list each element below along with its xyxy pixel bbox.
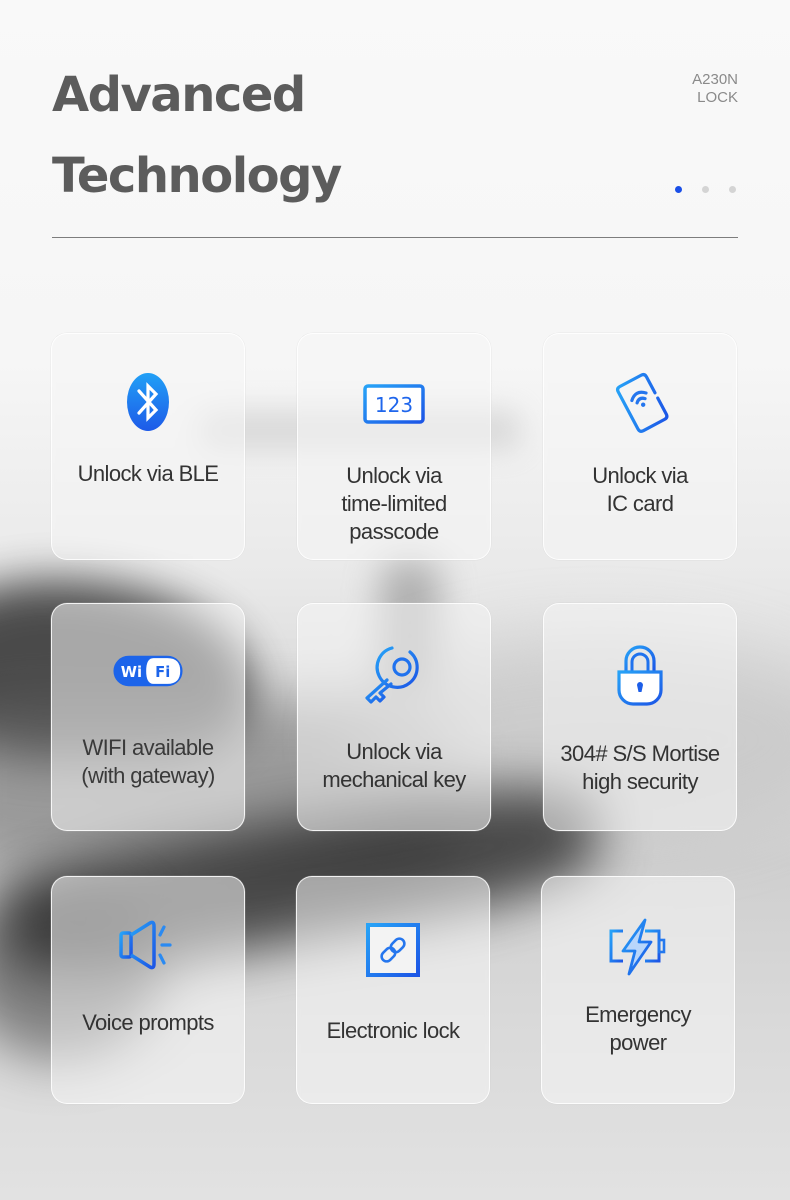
model-name: A230N (692, 71, 738, 88)
feature-card-electronic: Electronic lock (296, 876, 490, 1104)
feature-card-voice: Voice prompts (51, 876, 245, 1104)
feature-card-emergency-power: Emergency power (541, 876, 735, 1104)
model-label: A230N LOCK (692, 71, 738, 107)
speaker-icon (113, 915, 183, 979)
feature-card-passcode: 123 Unlock via time-limited passcode (297, 333, 491, 560)
svg-text:Fi: Fi (155, 664, 170, 681)
feature-card-wifi: Wi Fi WIFI available (with gateway) (51, 603, 245, 831)
ic-card-icon (605, 368, 675, 438)
header: Advanced Technology A230N LOCK (52, 55, 738, 238)
feature-label: Voice prompts (82, 1010, 214, 1035)
feature-label: Unlock via time-limited passcode (341, 463, 447, 544)
battery-charge-icon (603, 915, 673, 979)
model-type: LOCK (697, 89, 738, 106)
wifi-icon: Wi Fi (113, 644, 183, 698)
page-title: Advanced Technology (52, 55, 342, 217)
pager-dot-2[interactable] (702, 186, 709, 193)
title-line-2: Technology (52, 148, 342, 204)
svg-text:Wi: Wi (121, 664, 142, 681)
feature-label: Unlock via BLE (77, 461, 219, 486)
feature-card-key: Unlock via mechanical key (297, 603, 491, 831)
header-divider (52, 237, 738, 238)
bluetooth-icon (113, 370, 183, 434)
key-icon (359, 638, 429, 710)
feature-label: WIFI available (with gateway) (81, 735, 215, 788)
title-line-1: Advanced (52, 67, 306, 123)
feature-label: Unlock via mechanical key (322, 739, 466, 792)
pager-dot-3[interactable] (729, 186, 736, 193)
feature-label: Unlock via IC card (592, 463, 688, 516)
link-icon (358, 917, 428, 983)
svg-text:123: 123 (375, 393, 413, 417)
feature-card-ic-card: Unlock via IC card (543, 333, 737, 560)
passcode-icon: 123 (359, 376, 429, 432)
feature-label: 304# S/S Mortise high security (560, 741, 720, 794)
padlock-icon (605, 640, 675, 710)
feature-label: Emergency power (585, 1002, 691, 1055)
feature-card-ble: Unlock via BLE (51, 333, 245, 560)
feature-label: Electronic lock (326, 1018, 460, 1043)
pager-dots (675, 186, 736, 193)
pager-dot-1[interactable] (675, 186, 682, 193)
feature-card-mortise: 304# S/S Mortise high security (543, 603, 737, 831)
